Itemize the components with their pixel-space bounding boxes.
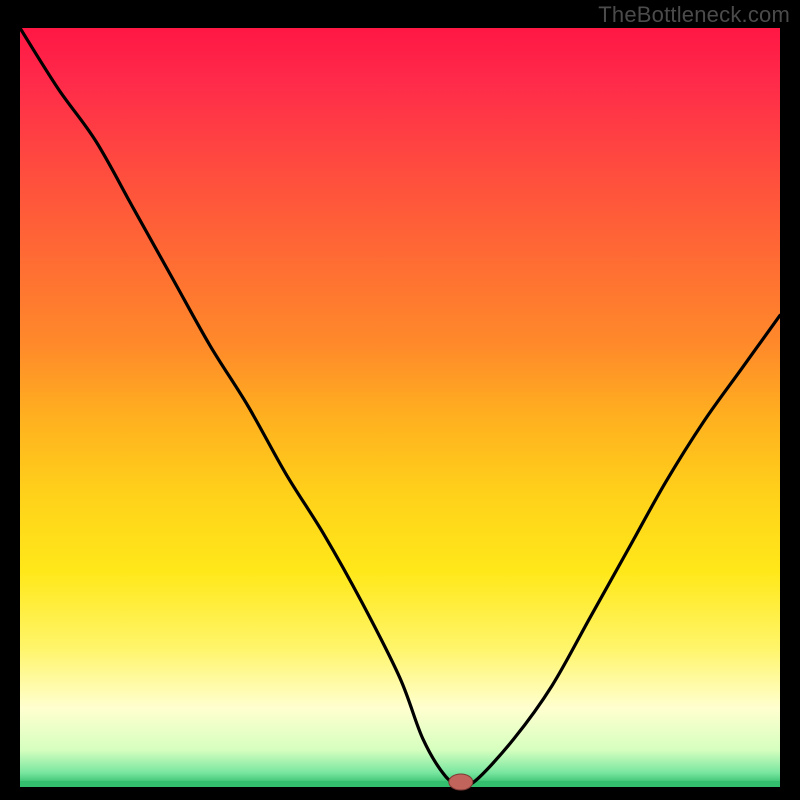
plot-background [20, 28, 780, 784]
watermark-label: TheBottleneck.com [598, 2, 790, 28]
optimum-marker [449, 774, 473, 790]
chart-frame: TheBottleneck.com [0, 0, 800, 800]
bottleneck-chart [0, 0, 800, 800]
